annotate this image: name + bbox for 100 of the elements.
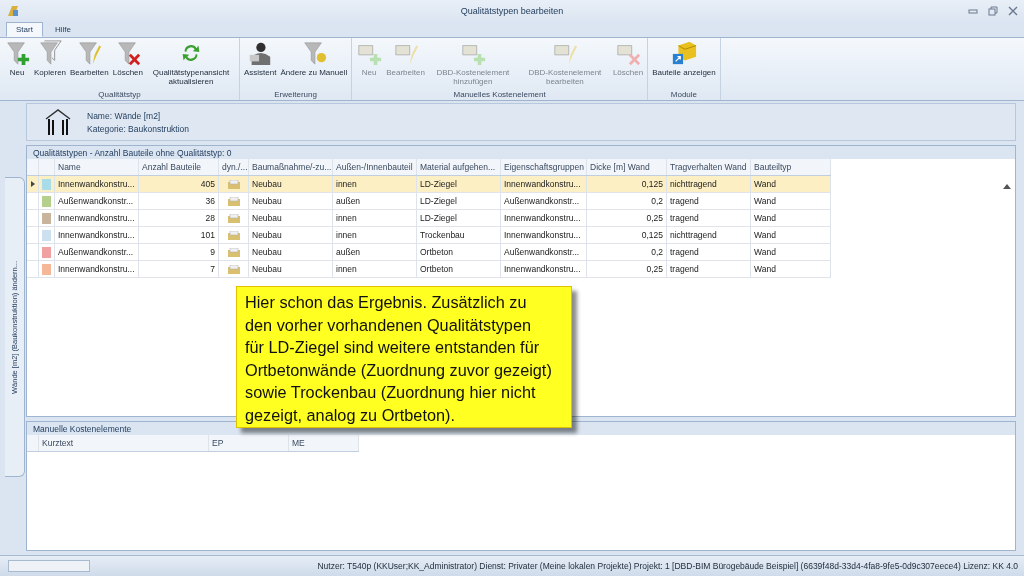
column-header[interactable]: Anzahl Bauteile: [139, 159, 219, 175]
column-header[interactable]: Name: [55, 159, 139, 175]
table-cell: innen: [333, 210, 417, 226]
restore-icon[interactable]: [988, 6, 998, 16]
house-icon: [43, 107, 73, 137]
column-header[interactable]: Tragverhalten Wand: [667, 159, 751, 175]
group-label: Qualitätstyp: [97, 90, 142, 100]
table-cell: Neubau: [249, 193, 333, 209]
table-cell: Innenwandkonstru...: [501, 227, 587, 243]
table-cell: innen: [333, 176, 417, 192]
table-cell: tragend: [667, 261, 751, 277]
ribbon-button[interactable]: Bearbeiten: [68, 38, 111, 90]
app-icon: [6, 4, 20, 18]
column-header[interactable]: dyn./...: [219, 159, 249, 175]
table-cell: Neubau: [249, 261, 333, 277]
group-label: Manuelles Kostenelement: [452, 90, 547, 100]
table-cell: Wand: [751, 227, 831, 243]
table-cell: tragend: [667, 193, 751, 209]
table-cell: 0,2: [587, 244, 667, 260]
column-header[interactable]: EP: [209, 435, 289, 451]
table-cell: 0,125: [587, 227, 667, 243]
table-cell: Außenwandkonstr...: [501, 193, 587, 209]
ribbon-button[interactable]: Ändere zu Manuell: [278, 38, 350, 90]
table-cell: Wand: [751, 210, 831, 226]
scroll-up-icon[interactable]: [1003, 184, 1011, 189]
folder-icon: [227, 264, 240, 274]
table-cell: Innenwandkonstru...: [55, 261, 139, 277]
table-cell: 36: [139, 193, 219, 209]
table-cell: nichttragend: [667, 227, 751, 243]
folder-icon: [227, 247, 240, 257]
table-cell: Innenwandkonstru...: [501, 210, 587, 226]
column-header[interactable]: Außen-/Innenbauteil: [333, 159, 417, 175]
close-icon[interactable]: [1008, 6, 1018, 16]
folder-icon: [227, 179, 240, 189]
callout-note: Hier schon das Ergebnis. Zusätzlich zu den vorher vorhandenen Qualitätstypen für LD-Ziegel sind weitere entstanden für Ortbetonwände (Zuordnung zuvor gezeigt) sowie Trockenbau (Zuordnung hier nicht gezeigt, analog zu Ortbeton).: [236, 286, 572, 428]
status-text: Nutzer: T540p (KKUser;KK_Administrator) Dienst: Privater (Meine lokalen Projekte) Projekt: 1 [DBD-BIM Bürogebäude Beispiel] (6639f48d-33d4-4fa8-9fe5-0d9c307eece4) Lizenz: KK 4.0: [317, 561, 1018, 571]
ribbon-button[interactable]: Löschen: [110, 38, 145, 90]
column-header[interactable]: Bauteiltyp: [751, 159, 831, 175]
table-cell: 101: [139, 227, 219, 243]
column-header[interactable]: Dicke [m] Wand: [587, 159, 667, 175]
funnels-icon: [37, 40, 63, 66]
ribbon-tab[interactable]: Start: [6, 22, 43, 37]
panel-title: Qualitätstypen - Anzahl Bauteile ohne Qualitätstyp: 0: [33, 147, 232, 158]
table-cell: Wand: [751, 176, 831, 192]
table-cell: Wand: [751, 244, 831, 260]
table-cell: 0,25: [587, 210, 667, 226]
table-cell: Außenwandkonstr...: [55, 193, 139, 209]
table-cell: Innenwandkonstru...: [55, 210, 139, 226]
table-cell: 7: [139, 261, 219, 277]
folder-icon: [227, 196, 240, 206]
table-cell: 0,2: [587, 193, 667, 209]
ribbon-button[interactable]: Kopieren: [32, 38, 69, 90]
table-cell: innen: [333, 227, 417, 243]
table-cell: Ortbeton: [417, 261, 501, 277]
table-cell: tragend: [667, 210, 751, 226]
table-cell: Innenwandkonstru...: [501, 176, 587, 192]
table-cell: außen: [333, 244, 417, 260]
category-label: Kategorie: Baukonstruktion: [87, 123, 190, 134]
ribbon-button[interactable]: Assistent: [242, 38, 279, 90]
ribbon-tab[interactable]: Hilfe: [44, 22, 81, 37]
cube-icon: [670, 40, 697, 66]
table-cell: Neubau: [249, 176, 333, 192]
table-cell: LD-Ziegel: [417, 210, 501, 226]
group-label: Module: [669, 90, 699, 100]
table-cell: 0,25: [587, 261, 667, 277]
name-label: Name: Wände [m2]: [87, 110, 162, 121]
table-cell: Ortbeton: [417, 244, 501, 260]
folder-icon: [227, 213, 240, 223]
table-cell: 9: [139, 244, 219, 260]
column-header[interactable]: Baumaßnahme/-zu...: [249, 159, 333, 175]
ribbon-button[interactable]: Qualitätstypenansicht aktualisieren: [145, 38, 237, 90]
table-cell: innen: [333, 261, 417, 277]
group-label: Erweiterung: [273, 90, 318, 100]
minimize-icon[interactable]: [968, 6, 978, 16]
ribbon-button[interactable]: Bauteile anzeigen: [650, 38, 718, 90]
table-cell: Neubau: [249, 227, 333, 243]
table-cell: 405: [139, 176, 219, 192]
table-cell: Außenwandkonstr...: [501, 244, 587, 260]
table-cell: Innenwandkonstru...: [55, 227, 139, 243]
column-header[interactable]: Kurztext: [39, 435, 209, 451]
column-header[interactable]: ME: [289, 435, 359, 451]
row-pointer-icon: [30, 181, 35, 187]
table-cell: Wand: [751, 261, 831, 277]
table-cell: Trockenbau: [417, 227, 501, 243]
table-cell: 0,125: [587, 176, 667, 192]
table-cell: LD-Ziegel: [417, 176, 501, 192]
column-header[interactable]: Material aufgehen...: [417, 159, 501, 175]
table-cell: außen: [333, 193, 417, 209]
table-cell: Innenwandkonstru...: [501, 261, 587, 277]
panel-title: Manuelle Kostenelemente: [33, 423, 132, 434]
ribbon-button[interactable]: Neu: [2, 38, 32, 90]
table-cell: Außenwandkonstr...: [55, 244, 139, 260]
table-cell: Wand: [751, 193, 831, 209]
table-cell: LD-Ziegel: [417, 193, 501, 209]
folder-icon: [227, 230, 240, 240]
window-title: Qualitätstypen bearbeiten: [460, 6, 564, 16]
table-cell: 28: [139, 210, 219, 226]
column-header[interactable]: Eigenschaftsgruppen: [501, 159, 587, 175]
table-cell: Innenwandkonstru...: [55, 176, 139, 192]
table-cell: Neubau: [249, 210, 333, 226]
